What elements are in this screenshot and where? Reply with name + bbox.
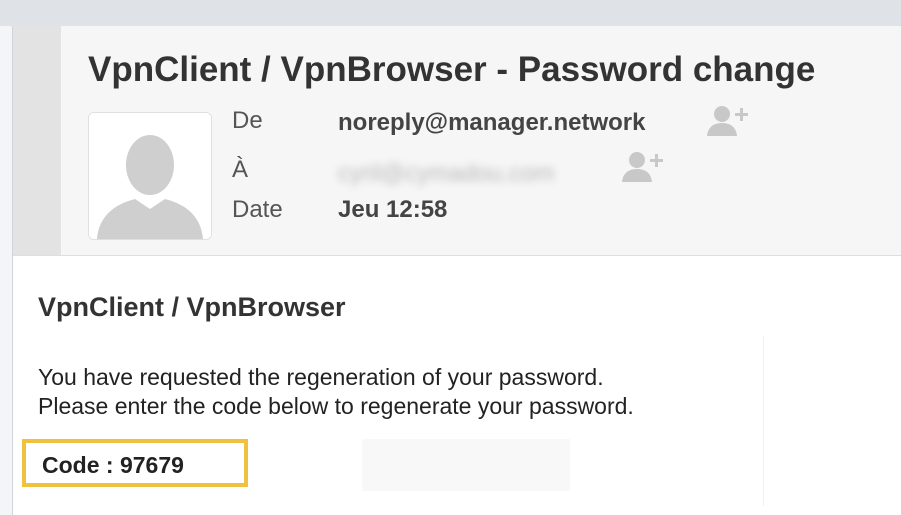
user-silhouette-icon <box>89 113 211 239</box>
body-line-2: Please enter the code below to regenerat… <box>38 393 634 419</box>
to-label: À <box>232 156 249 183</box>
from-address[interactable]: noreply@manager.network <box>338 109 646 137</box>
email-viewer: VpnClient / VpnBrowser - Password change… <box>0 0 901 515</box>
left-gutter <box>0 26 13 515</box>
body-line-1: You have requested the regeneration of y… <box>38 364 604 390</box>
body-title: VpnClient / VpnBrowser <box>38 292 346 322</box>
add-contact-icon[interactable] <box>620 150 666 184</box>
date-label: Date <box>232 196 283 223</box>
verification-code: Code : 97679 <box>42 452 184 478</box>
from-label: De <box>232 107 263 134</box>
toolbar-strip <box>0 0 901 26</box>
date-value: Jeu 12:58 <box>338 196 448 223</box>
code-highlight: Code : 97679 <box>22 439 248 487</box>
add-contact-icon[interactable] <box>705 104 751 138</box>
faint-block <box>362 439 570 491</box>
column-divider <box>763 336 764 506</box>
sender-avatar[interactable] <box>88 112 212 240</box>
email-subject: VpnClient / VpnBrowser - Password change <box>88 50 816 89</box>
to-address[interactable]: cyril@cymadou.com <box>338 160 554 188</box>
header-side-bar <box>13 26 61 255</box>
